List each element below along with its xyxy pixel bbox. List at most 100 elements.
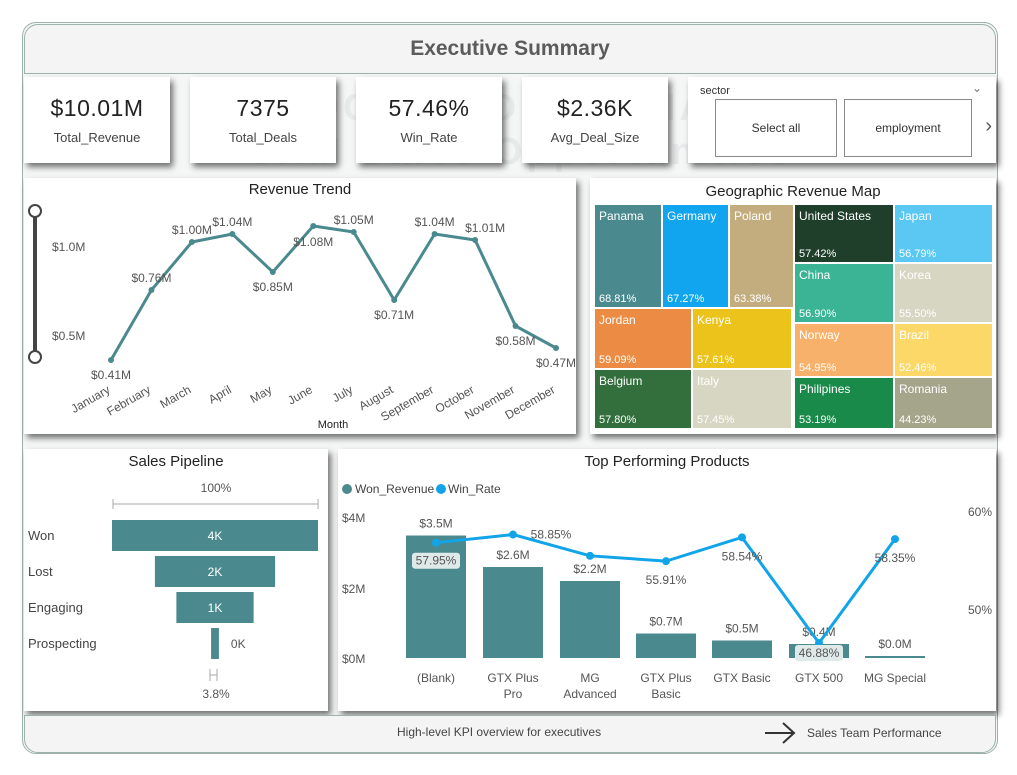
x-tick-label: July [330, 382, 355, 405]
treemap-cell-italy[interactable]: Italy 57.45% [692, 369, 792, 429]
revenue-point[interactable] [553, 345, 559, 351]
x-tick-label: (Blank) [417, 671, 455, 685]
geo-revenue-visual: Geographic Revenue Map Panama 68.81% Germa… [590, 178, 996, 434]
data-label: $1.04M [415, 215, 455, 229]
data-label: $0.47M [536, 356, 576, 370]
data-label: $1.00M [172, 223, 212, 237]
chevron-down-icon[interactable]: ⌄ [972, 81, 982, 95]
revenue-point[interactable] [431, 231, 438, 237]
treemap-cell-belgium[interactable]: Belgium 57.80% [594, 369, 692, 429]
data-label: $0.71M [374, 308, 414, 322]
treemap-country-label: Belgium [599, 374, 643, 388]
range-slider-bottom-handle[interactable] [28, 350, 42, 364]
funnel-value-label: 1K [208, 601, 223, 615]
x-tick-label: MG Special [864, 671, 926, 685]
revenue-bar[interactable] [483, 567, 543, 658]
funnel-bar[interactable] [211, 628, 219, 659]
treemap-percent-label: 59.09% [599, 354, 637, 366]
x-axis-title: Month [318, 419, 349, 431]
top-products-visual: Top Performing Products Won_Revenue Win_… [338, 449, 996, 711]
data-label: $1.08M [293, 235, 333, 249]
revenue-point[interactable] [350, 229, 357, 235]
revenue-point[interactable] [108, 357, 114, 363]
funnel-bottom-percent: 3.8% [202, 687, 230, 701]
treemap-country-label: Italy [697, 374, 720, 388]
kpi-value: $2.36K [557, 95, 633, 121]
y-tick-label: $0.5M [52, 329, 85, 343]
funnel-value-label: 2K [208, 565, 223, 579]
treemap-cell-jordan[interactable]: Jordan 59.09% [594, 308, 692, 369]
revenue-point[interactable] [472, 237, 479, 243]
revenue-trend-visual: Revenue Trend $1.0M $0.5M Month $0.41M Ja… [24, 178, 576, 434]
treemap-cell-japan[interactable]: Japan 56.79% [894, 204, 993, 263]
win-rate-point[interactable] [891, 535, 899, 544]
win-rate-point[interactable] [662, 557, 670, 566]
treemap-percent-label: 67.27% [667, 293, 705, 305]
x-tick-label: GTX Plus [640, 671, 691, 685]
treemap-cell-panama[interactable]: Panama 68.81% [594, 204, 662, 308]
revenue-point[interactable] [269, 269, 276, 275]
revenue-point[interactable] [188, 239, 195, 245]
win-rate-data-label: 58.35% [875, 551, 916, 565]
revenue-data-label: $0.7M [649, 615, 682, 629]
revenue-point[interactable] [512, 323, 519, 329]
revenue-point[interactable] [148, 287, 155, 293]
revenue-bar[interactable] [865, 656, 925, 658]
treemap-cell-china[interactable]: China 56.90% [794, 263, 894, 323]
treemap-country-label: Brazil [899, 328, 930, 342]
treemap-percent-label: 52.46% [899, 362, 937, 374]
funnel-value-label: 4K [208, 529, 223, 543]
treemap-cell-united-states[interactable]: United States 57.42% [794, 204, 894, 263]
data-label: $1.05M [334, 213, 374, 227]
nav-link-label: Sales Team Performance [807, 726, 942, 740]
treemap-country-label: Poland [734, 209, 772, 223]
revenue-bar[interactable] [560, 581, 620, 658]
revenue-data-label: $2.2M [573, 562, 606, 576]
data-label: $0.58M [496, 334, 536, 348]
win-rate-point[interactable] [586, 551, 594, 560]
revenue-point[interactable] [391, 297, 398, 303]
x-tick-label: MG [580, 671, 599, 685]
page-title: Executive Summary [410, 37, 610, 60]
treemap-cell-romania[interactable]: Romania 44.23% [894, 377, 993, 429]
range-slider-top-handle[interactable] [28, 204, 42, 218]
treemap-cell-brazil[interactable]: Brazil 52.46% [894, 323, 993, 377]
win-rate-point[interactable] [509, 530, 517, 539]
nav-sales-team-performance[interactable]: Sales Team Performance [763, 720, 942, 746]
slicer-title: sector [700, 85, 730, 97]
treemap-percent-label: 57.80% [599, 414, 637, 426]
data-label: $0.41M [91, 368, 131, 382]
visual-title: Geographic Revenue Map [705, 183, 881, 200]
funnel-stage-label: Won [28, 528, 55, 543]
sales-pipeline-funnel: 100% 3.8% Won 4K Lost 2K Engaging 1K Prospecti… [28, 481, 319, 701]
treemap-country-label: United States [799, 209, 872, 223]
arrow-right-icon [765, 722, 796, 744]
treemap-percent-label: 53.19% [799, 414, 837, 426]
sales-pipeline-visual: Sales Pipeline 100% 3.8% Won 4K Lost 2K Enga… [24, 449, 328, 711]
revenue-point[interactable] [229, 231, 236, 237]
slicer-option-employment[interactable]: employment [844, 99, 972, 157]
win-rate-data-label: 58.85% [531, 528, 572, 542]
revenue-point[interactable] [310, 223, 317, 229]
revenue-line [109, 224, 557, 361]
kpi-label: Win_Rate [400, 130, 458, 145]
chevron-right-icon[interactable]: › [985, 115, 992, 138]
slicer-option-select-all[interactable]: Select all [715, 99, 837, 157]
treemap-percent-label: 54.95% [799, 362, 837, 374]
treemap-cell-korea[interactable]: Korea 55.50% [894, 263, 993, 323]
treemap-country-label: Romania [899, 382, 948, 396]
revenue-bar[interactable] [712, 640, 772, 659]
win-rate-point[interactable] [432, 538, 440, 547]
treemap-cell-norway[interactable]: Norway 54.95% [794, 323, 894, 377]
treemap-country-label: Japan [899, 209, 932, 223]
x-tick-label: May [248, 382, 275, 405]
revenue-bar[interactable] [636, 633, 696, 659]
treemap-cell-kenya[interactable]: Kenya 57.61% [692, 308, 792, 369]
treemap-cell-germany[interactable]: Germany 67.27% [662, 204, 729, 308]
treemap-cell-philipines[interactable]: Philipines 53.19% [794, 377, 894, 429]
win-rate-point[interactable] [738, 533, 746, 542]
treemap-cell-poland[interactable]: Poland 63.38% [729, 204, 794, 308]
x-tick-label: March [158, 382, 194, 411]
data-label: $1.01M [465, 221, 505, 235]
treemap-percent-label: 63.38% [734, 293, 772, 305]
